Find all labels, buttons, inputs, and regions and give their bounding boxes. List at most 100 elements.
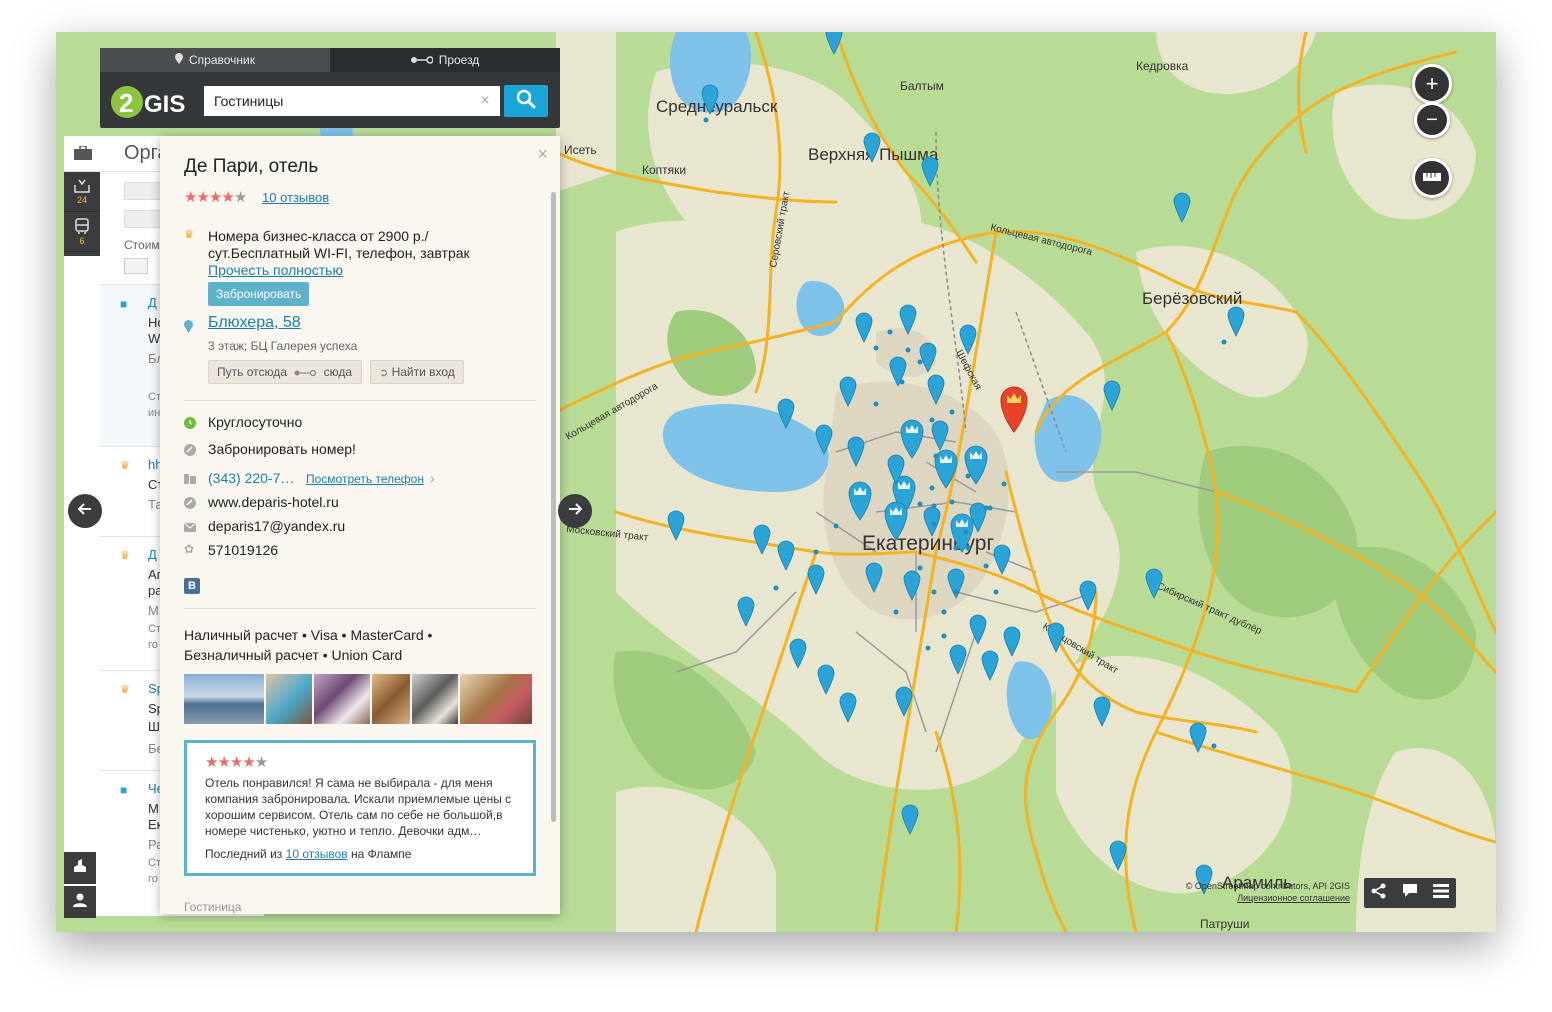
hotel-dot[interactable] <box>931 589 937 595</box>
layers-button[interactable] <box>64 852 96 884</box>
ruler-icon <box>1423 169 1441 187</box>
rail-bus-button[interactable]: 6 <box>64 212 100 252</box>
star-filled-icon: ★ <box>184 189 197 206</box>
website-link[interactable]: www.deparis-hotel.ru <box>208 494 339 510</box>
hotel-dot[interactable] <box>887 329 893 335</box>
search-button[interactable] <box>504 85 548 117</box>
next-arrow-button[interactable] <box>558 494 592 528</box>
hotel-dot[interactable] <box>1211 743 1217 749</box>
reviews-link[interactable]: 10 отзывов <box>262 190 329 205</box>
hotel-dot[interactable] <box>925 645 931 651</box>
hotel-dot[interactable] <box>1001 481 1007 487</box>
address-link[interactable]: Блюхера, 58 <box>208 314 301 332</box>
place-kedrovka: Кедровка <box>1136 59 1189 73</box>
vk-icon[interactable]: B <box>184 578 200 594</box>
phone-text[interactable]: (343) 220-7… <box>208 470 294 486</box>
hotel-dot[interactable] <box>941 609 947 615</box>
tab-directory-label: Справочник <box>189 53 255 67</box>
photo-room[interactable] <box>266 674 312 724</box>
photo-hotel-exterior[interactable] <box>184 674 264 724</box>
review-footer: Последний из 10 отзывов на Флампе <box>205 847 412 861</box>
search-icon <box>516 89 536 114</box>
left-bottom-tools <box>64 852 96 918</box>
hotel-dot[interactable] <box>953 589 959 595</box>
review-footer-link[interactable]: 10 отзывов <box>286 847 348 861</box>
photo-room[interactable] <box>314 674 370 724</box>
hotel-dot[interactable] <box>917 501 923 507</box>
book-button[interactable]: Забронировать <box>208 282 310 306</box>
hotel-dot[interactable] <box>965 545 971 551</box>
photo-strip <box>184 674 536 724</box>
tab-directory[interactable]: Справочник <box>100 48 330 72</box>
hotel-dot[interactable] <box>983 505 989 511</box>
address-pin-icon <box>184 320 193 338</box>
photo-room[interactable] <box>412 674 458 724</box>
hotel-dot[interactable] <box>905 347 911 353</box>
clear-search-icon[interactable]: × <box>476 88 494 114</box>
phone-icon <box>184 472 196 484</box>
hotel-dot[interactable] <box>773 585 779 591</box>
payment-methods: Наличный расчет • Visa • MasterCard • Бе… <box>184 625 464 665</box>
hotel-dot[interactable] <box>953 545 959 551</box>
svg-text:2: 2 <box>119 88 133 118</box>
tab-route[interactable]: Проезд <box>330 48 560 72</box>
book-room-link[interactable]: Забронировать номер! <box>208 441 356 457</box>
filter-chip[interactable] <box>124 210 164 228</box>
hotel-dot[interactable] <box>931 521 937 527</box>
email-link[interactable]: deparis17@yandex.ru <box>208 518 345 534</box>
hours-text: Круглосуточно <box>208 414 303 430</box>
hotel-dot[interactable] <box>941 633 947 639</box>
place-sredneuralsk: Среднеуральск <box>656 97 778 116</box>
hotel-dot[interactable] <box>893 609 899 615</box>
close-icon[interactable]: × <box>537 144 548 165</box>
hotel-dot[interactable] <box>917 565 923 571</box>
hotel-dot[interactable] <box>949 499 955 505</box>
crown-icon: ♛ <box>120 550 130 562</box>
hotel-dot[interactable] <box>813 549 819 555</box>
photo-room[interactable] <box>372 674 410 724</box>
hotel-dot[interactable] <box>983 563 989 569</box>
latest-review[interactable]: ★★★★★ Отель понравился! Я сама не выбира… <box>184 740 536 876</box>
ruler-button[interactable] <box>1412 158 1452 198</box>
hotel-dot[interactable] <box>833 523 839 529</box>
hotel-dot[interactable] <box>965 473 971 479</box>
read-more-link[interactable]: Прочесть полностью <box>208 262 343 278</box>
user-button[interactable] <box>64 886 96 918</box>
rail-inbox-button[interactable]: 24 <box>64 172 100 212</box>
route-button[interactable]: Путь отсюда сюда <box>208 360 362 384</box>
prev-arrow-button[interactable] <box>68 494 102 528</box>
hotel-dot[interactable] <box>899 379 905 385</box>
hotel-dot[interactable] <box>929 417 935 423</box>
hotel-dot[interactable] <box>703 117 709 123</box>
price-slider[interactable] <box>124 258 148 274</box>
card-scrollbar[interactable] <box>551 192 556 822</box>
hotel-dot[interactable] <box>993 589 999 595</box>
credits-osm[interactable]: © OpenStreetMap contributors, API 2GIS <box>1184 880 1350 892</box>
comment-icon[interactable] <box>1402 883 1418 903</box>
hotel-dot[interactable] <box>931 503 937 509</box>
hotel-dot[interactable] <box>933 453 939 459</box>
hotel-dot[interactable] <box>873 401 879 407</box>
crown-icon: ♛ <box>120 684 130 696</box>
hotel-dot[interactable] <box>917 359 923 365</box>
share-icon[interactable] <box>1371 883 1387 904</box>
zoom-out-button[interactable]: − <box>1414 102 1450 138</box>
tab-route-label: Проезд <box>438 53 480 67</box>
hotel-dot[interactable] <box>963 529 969 535</box>
search-input[interactable] <box>204 86 500 116</box>
license-link[interactable]: Лицензионное соглашение <box>1184 892 1350 904</box>
filter-chip[interactable] <box>124 182 164 200</box>
zoom-in-button[interactable]: + <box>1412 64 1452 104</box>
crown-icon: ♛ <box>184 229 194 241</box>
show-phone-link[interactable]: Посмотреть телефон <box>306 472 424 486</box>
find-entrance-button[interactable]: ➲ Найти вход <box>370 360 464 384</box>
photo-room[interactable] <box>460 674 532 724</box>
hotel-dot[interactable] <box>949 409 955 415</box>
place-baltym: Балтым <box>900 79 944 93</box>
menu-icon[interactable] <box>1432 883 1449 903</box>
hotel-dot[interactable] <box>929 485 935 491</box>
link-icon <box>184 443 196 456</box>
2gis-logo[interactable]: 2 GIS <box>110 82 196 122</box>
hotel-dot[interactable] <box>1221 339 1227 345</box>
hotel-dot[interactable] <box>873 345 879 351</box>
